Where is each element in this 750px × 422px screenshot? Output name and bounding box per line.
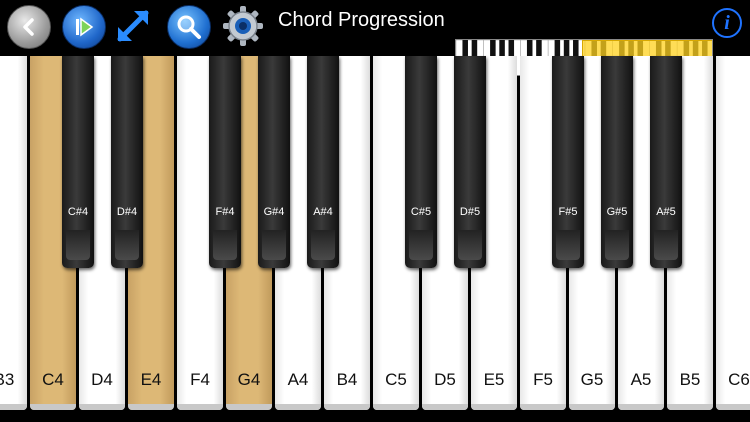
- key-face: [409, 230, 433, 260]
- black-key-label: F#5: [558, 206, 578, 218]
- key-edge: [569, 404, 615, 410]
- key-face: [311, 230, 335, 260]
- white-key-label: B3: [0, 370, 15, 389]
- black-key-c-sharp5[interactable]: C#5: [405, 56, 437, 268]
- key-edge: [0, 404, 27, 410]
- black-key-a-sharp4[interactable]: A#4: [307, 56, 339, 268]
- key-edge: [520, 404, 566, 410]
- key-edge: [226, 404, 272, 410]
- white-key-label: G5: [580, 370, 604, 389]
- back-arrow-icon: [23, 18, 34, 36]
- black-key-d-sharp5[interactable]: D#5: [454, 56, 486, 268]
- key-edge: [373, 404, 419, 410]
- white-key-c6[interactable]: C6: [716, 56, 750, 410]
- white-key-label: G4: [237, 370, 261, 389]
- white-key-label: F4: [190, 370, 210, 389]
- expand-arrows-icon[interactable]: [112, 5, 154, 47]
- key-edge: [128, 404, 174, 410]
- white-key-label: B5: [679, 370, 701, 389]
- white-key-b3[interactable]: B3: [0, 56, 27, 410]
- key-edge: [30, 404, 76, 410]
- play-button[interactable]: [62, 5, 106, 49]
- key-edge: [471, 404, 517, 410]
- white-key-label: C5: [385, 370, 407, 389]
- black-key-f-sharp5[interactable]: F#5: [552, 56, 584, 268]
- black-key-label: D#5: [459, 206, 481, 218]
- key-face: [115, 230, 139, 260]
- magnifier-icon: [177, 15, 201, 39]
- key-edge: [618, 404, 664, 410]
- white-key-label: D4: [91, 370, 113, 389]
- search-button[interactable]: [167, 5, 211, 49]
- black-key-label: G#4: [263, 206, 285, 218]
- key-face: [213, 230, 237, 260]
- key-face: [262, 230, 286, 260]
- white-key-label: E5: [483, 370, 505, 389]
- key-edge: [716, 404, 750, 410]
- black-key-g-sharp4[interactable]: G#4: [258, 56, 290, 268]
- black-key-d-sharp4[interactable]: D#4: [111, 56, 143, 268]
- white-key-label: E4: [140, 370, 162, 389]
- white-key-label: A4: [287, 370, 309, 389]
- black-key-label: F#4: [215, 206, 235, 218]
- black-key-g-sharp5[interactable]: G#5: [601, 56, 633, 268]
- black-key-f-sharp4[interactable]: F#4: [209, 56, 241, 268]
- key-edge: [324, 404, 370, 410]
- key-face: [654, 230, 678, 260]
- black-key-a-sharp5[interactable]: A#5: [650, 56, 682, 268]
- page-title: Chord Progression: [278, 9, 445, 31]
- key-edge: [422, 404, 468, 410]
- white-key-label: F5: [533, 370, 553, 389]
- key-face: [458, 230, 482, 260]
- black-key-label: D#4: [116, 206, 138, 218]
- info-button[interactable]: i: [712, 8, 742, 38]
- info-icon: i: [724, 12, 730, 34]
- gear-icon[interactable]: [221, 4, 265, 48]
- key-edge: [79, 404, 125, 410]
- key-face: [605, 230, 629, 260]
- piano-keyboard: B3 C4 D4 E4 F4 G4 A4 B4 C5 D5 E5 F5 G5 A5 B5 C6 C#4 D#4 F#…: [0, 56, 750, 422]
- back-button[interactable]: [7, 5, 51, 49]
- white-key-label: C6: [728, 370, 750, 389]
- white-key-label: B4: [336, 370, 358, 389]
- key-edge: [275, 404, 321, 410]
- key-face: [66, 230, 90, 260]
- black-key-label: C#5: [410, 206, 432, 218]
- black-key-label: G#5: [606, 206, 628, 218]
- black-key-label: C#4: [67, 206, 89, 218]
- black-key-c-sharp4[interactable]: C#4: [62, 56, 94, 268]
- white-key-label: D5: [434, 370, 456, 389]
- key-edge: [667, 404, 713, 410]
- key-face: [556, 230, 580, 260]
- white-key-label: C4: [42, 370, 64, 389]
- white-key-label: A5: [630, 370, 652, 389]
- black-key-label: A#5: [656, 206, 676, 218]
- key-edge: [177, 404, 223, 410]
- play-icon: [76, 17, 94, 37]
- black-key-label: A#4: [313, 206, 333, 218]
